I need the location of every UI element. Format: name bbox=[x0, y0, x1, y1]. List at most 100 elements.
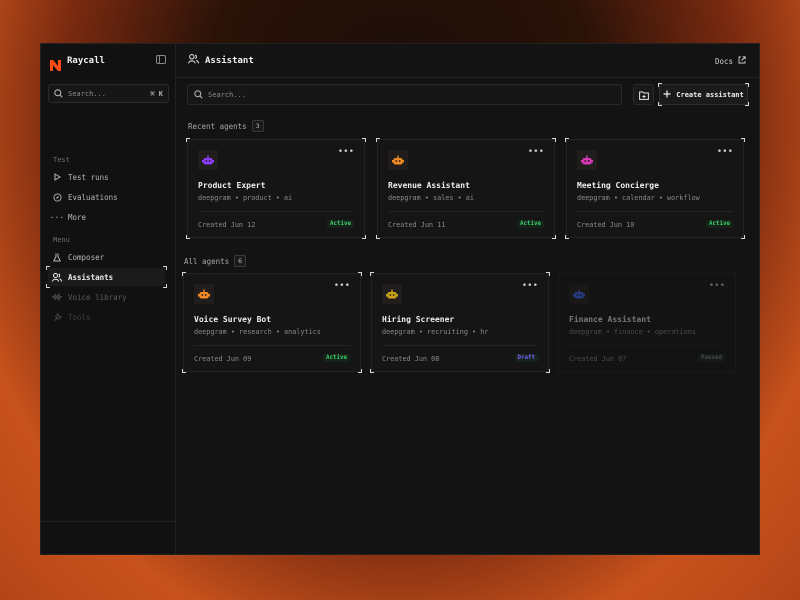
sidebar-item-tools[interactable]: Tools bbox=[48, 308, 165, 326]
all-agents-label: All agents bbox=[184, 256, 230, 266]
agent-created-date: Created Jun 07 bbox=[569, 355, 627, 363]
users-icon bbox=[52, 272, 62, 282]
search-shortcut: ⌘ K bbox=[150, 89, 163, 98]
status-badge: Active bbox=[706, 220, 733, 228]
card-divider bbox=[577, 211, 733, 212]
robot-icon bbox=[382, 284, 402, 304]
agent-name: Finance Assistant bbox=[569, 315, 651, 324]
card-menu-ellipsis-icon[interactable]: ••• bbox=[522, 281, 538, 291]
sidebar-toggle-icon[interactable] bbox=[156, 55, 166, 64]
card-divider bbox=[388, 211, 544, 212]
card-menu-ellipsis-icon[interactable]: ••• bbox=[528, 147, 544, 157]
agent-name: Meeting Concierge bbox=[577, 181, 659, 190]
agent-card[interactable]: ••• Product Expert deepgram • product • ai… bbox=[186, 138, 366, 239]
agent-name: Voice Survey Bot bbox=[194, 315, 272, 324]
recent-agents-header: Recent agents 3 bbox=[188, 120, 264, 132]
sidebar-search-placeholder: Search... bbox=[68, 89, 106, 98]
agent-card[interactable]: ••• Revenue Assistant deepgram • sales • a… bbox=[376, 138, 556, 239]
play-icon bbox=[52, 172, 62, 182]
sidebar-item-label: More bbox=[68, 212, 87, 222]
card-divider bbox=[569, 345, 725, 346]
sidebar-item-test-runs[interactable]: Test runs bbox=[48, 168, 165, 186]
robot-icon bbox=[198, 150, 218, 170]
sidebar-item-label: Test runs bbox=[68, 172, 109, 182]
plus-icon bbox=[663, 90, 671, 100]
waveform-icon bbox=[52, 292, 62, 302]
card-divider bbox=[382, 345, 538, 346]
agent-name: Revenue Assistant bbox=[388, 181, 470, 190]
assistant-search-input[interactable]: Search... bbox=[187, 84, 622, 105]
wrench-icon bbox=[52, 312, 62, 322]
search-icon bbox=[54, 89, 63, 98]
agent-tags: deepgram • product • ai bbox=[198, 194, 293, 202]
app-window: Raycall Search... ⌘ K Test Test runs Eva… bbox=[40, 43, 760, 555]
ellipsis-icon: ··· bbox=[49, 212, 65, 222]
status-badge: Active bbox=[323, 354, 350, 362]
agent-name: Hiring Screener bbox=[382, 315, 455, 324]
robot-icon bbox=[194, 284, 214, 304]
app-name: Raycall bbox=[67, 56, 105, 66]
new-folder-button[interactable] bbox=[633, 84, 654, 105]
sidebar-item-assistants[interactable]: Assistants bbox=[46, 266, 167, 288]
all-agents-count: 6 bbox=[234, 255, 247, 267]
sidebar-item-label: Composer bbox=[68, 252, 105, 262]
robot-icon bbox=[569, 284, 589, 304]
docs-link[interactable]: Docs bbox=[715, 56, 746, 66]
create-assistant-button[interactable]: Create assistant bbox=[658, 83, 749, 106]
card-divider bbox=[198, 211, 354, 212]
all-agents-header: All agents 6 bbox=[184, 255, 247, 267]
external-link-icon bbox=[738, 56, 746, 66]
main-content: Assistant Docs Search... Create assistan… bbox=[176, 44, 759, 554]
page-title-text: Assistant bbox=[205, 55, 254, 66]
card-menu-ellipsis-icon[interactable]: ••• bbox=[338, 147, 354, 157]
status-badge: Paused bbox=[698, 354, 725, 362]
agent-created-date: Created Jun 08 bbox=[382, 355, 440, 363]
agent-card[interactable]: ••• Voice Survey Bot deepgram • research •… bbox=[182, 272, 362, 373]
agent-name: Product Expert bbox=[198, 181, 266, 190]
robot-icon bbox=[577, 150, 597, 170]
flask-icon bbox=[52, 252, 62, 262]
recent-agents-count: 3 bbox=[251, 120, 264, 132]
agent-created-date: Created Jun 09 bbox=[194, 355, 252, 363]
sidebar-item-label: Evaluations bbox=[68, 192, 118, 202]
folder-icon bbox=[638, 85, 649, 104]
agent-tags: deepgram • sales • ai bbox=[388, 194, 474, 202]
brand[interactable]: Raycall bbox=[50, 54, 105, 71]
agent-tags: deepgram • finance • operations bbox=[569, 328, 696, 336]
card-menu-ellipsis-icon[interactable]: ••• bbox=[334, 281, 350, 291]
status-badge: Draft bbox=[514, 354, 538, 362]
agent-card[interactable]: ••• Hiring Screener deepgram • recruiting … bbox=[370, 272, 550, 373]
assistant-users-icon bbox=[188, 54, 199, 67]
card-menu-ellipsis-icon[interactable]: ••• bbox=[709, 281, 725, 291]
docs-label: Docs bbox=[714, 56, 733, 66]
compass-icon bbox=[52, 192, 62, 202]
raycall-logo-icon bbox=[50, 56, 61, 71]
sidebar-item-voice-library[interactable]: Voice library bbox=[48, 288, 165, 306]
agent-created-date: Created Jun 12 bbox=[198, 221, 256, 229]
section-label-menu: Menu bbox=[53, 236, 70, 244]
agent-tags: deepgram • recruiting • hr bbox=[382, 328, 489, 336]
agent-card[interactable]: ••• Finance Assistant deepgram • finance •… bbox=[558, 273, 736, 372]
agent-tags: deepgram • research • analytics bbox=[194, 328, 321, 336]
card-divider bbox=[194, 345, 350, 346]
sidebar-item-more[interactable]: ··· More bbox=[48, 208, 165, 226]
sidebar: Raycall Search... ⌘ K Test Test runs Eva… bbox=[41, 44, 176, 554]
agent-created-date: Created Jun 10 bbox=[577, 221, 635, 229]
agent-card[interactable]: ••• Meeting Concierge deepgram • calendar … bbox=[565, 138, 745, 239]
sidebar-item-composer[interactable]: Composer bbox=[48, 248, 165, 266]
agent-created-date: Created Jun 11 bbox=[388, 221, 446, 229]
search-icon bbox=[194, 90, 203, 99]
top-bar: Assistant Docs bbox=[176, 44, 759, 78]
status-badge: Active bbox=[327, 220, 354, 228]
sidebar-search-input[interactable]: Search... ⌘ K bbox=[48, 84, 169, 103]
card-menu-ellipsis-icon[interactable]: ••• bbox=[717, 147, 733, 157]
recent-agents-label: Recent agents bbox=[188, 121, 247, 131]
sidebar-item-label: Voice library bbox=[68, 292, 127, 302]
search-placeholder: Search... bbox=[208, 90, 246, 99]
sidebar-footer-divider bbox=[41, 521, 176, 522]
robot-icon bbox=[388, 150, 408, 170]
section-label-test: Test bbox=[53, 156, 70, 164]
sidebar-item-evaluations[interactable]: Evaluations bbox=[48, 188, 165, 206]
sidebar-item-label: Tools bbox=[68, 312, 91, 322]
sidebar-item-label: Assistants bbox=[68, 272, 114, 282]
